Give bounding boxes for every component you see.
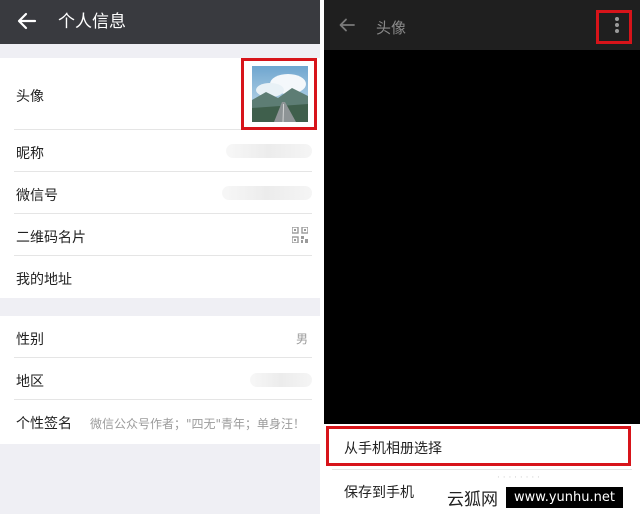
row-qr-code-card[interactable]: 二维码名片 xyxy=(0,214,320,256)
personal-info-screen: 个人信息 头像 昵称 微信号 二维码名片 我的地址 性别 男 地区 个性签名 微… xyxy=(0,0,320,514)
signature-value: 微信公众号作者；"四无"青年；单身汪！ xyxy=(90,417,306,431)
wechat-id-value-blurred xyxy=(222,186,312,200)
save-to-phone-option[interactable]: 保存到手机 xyxy=(344,482,414,502)
row-signature[interactable]: 个性签名 微信公众号作者；"四无"青年；单身汪！ xyxy=(0,400,320,444)
site-watermark: 云狐网 www.yunhu.net xyxy=(447,484,623,510)
faint-overlay-text: · · · · · · · · xyxy=(497,473,540,483)
page-title: 个人信息 xyxy=(58,12,126,32)
gender-value: 男 xyxy=(295,332,308,346)
row-label: 个性签名 xyxy=(16,416,72,432)
page-title: 头像 xyxy=(376,19,407,37)
avatar-highlight-box xyxy=(241,58,317,130)
top-bar: 个人信息 xyxy=(0,0,320,44)
section-gap xyxy=(0,44,320,58)
bottom-gap xyxy=(0,444,320,514)
row-label: 昵称 xyxy=(16,146,44,162)
row-gender[interactable]: 性别 男 xyxy=(0,316,320,358)
section-gap xyxy=(0,298,320,316)
nickname-value-blurred xyxy=(226,144,312,158)
region-value-blurred xyxy=(250,373,312,387)
back-arrow-icon[interactable] xyxy=(338,16,356,34)
avatar-view-screen: 头像 从手机相册选择 保存到手机 xyxy=(324,0,640,514)
row-label: 头像 xyxy=(16,89,44,105)
row-label: 我的地址 xyxy=(16,272,72,288)
watermark-site-name: 云狐网 xyxy=(447,489,498,510)
back-arrow-icon[interactable] xyxy=(16,10,38,32)
album-option-highlight-box xyxy=(326,426,631,466)
qr-code-icon xyxy=(292,227,308,243)
row-label: 地区 xyxy=(16,374,44,390)
row-label: 二维码名片 xyxy=(16,230,86,246)
more-options-highlight-box xyxy=(596,10,632,44)
row-label: 性别 xyxy=(16,332,44,348)
divider xyxy=(332,469,632,470)
row-label: 微信号 xyxy=(16,188,58,204)
top-bar: 头像 xyxy=(324,0,640,50)
watermark-site-url: www.yunhu.net xyxy=(506,486,623,508)
row-my-address[interactable]: 我的地址 xyxy=(0,256,320,298)
